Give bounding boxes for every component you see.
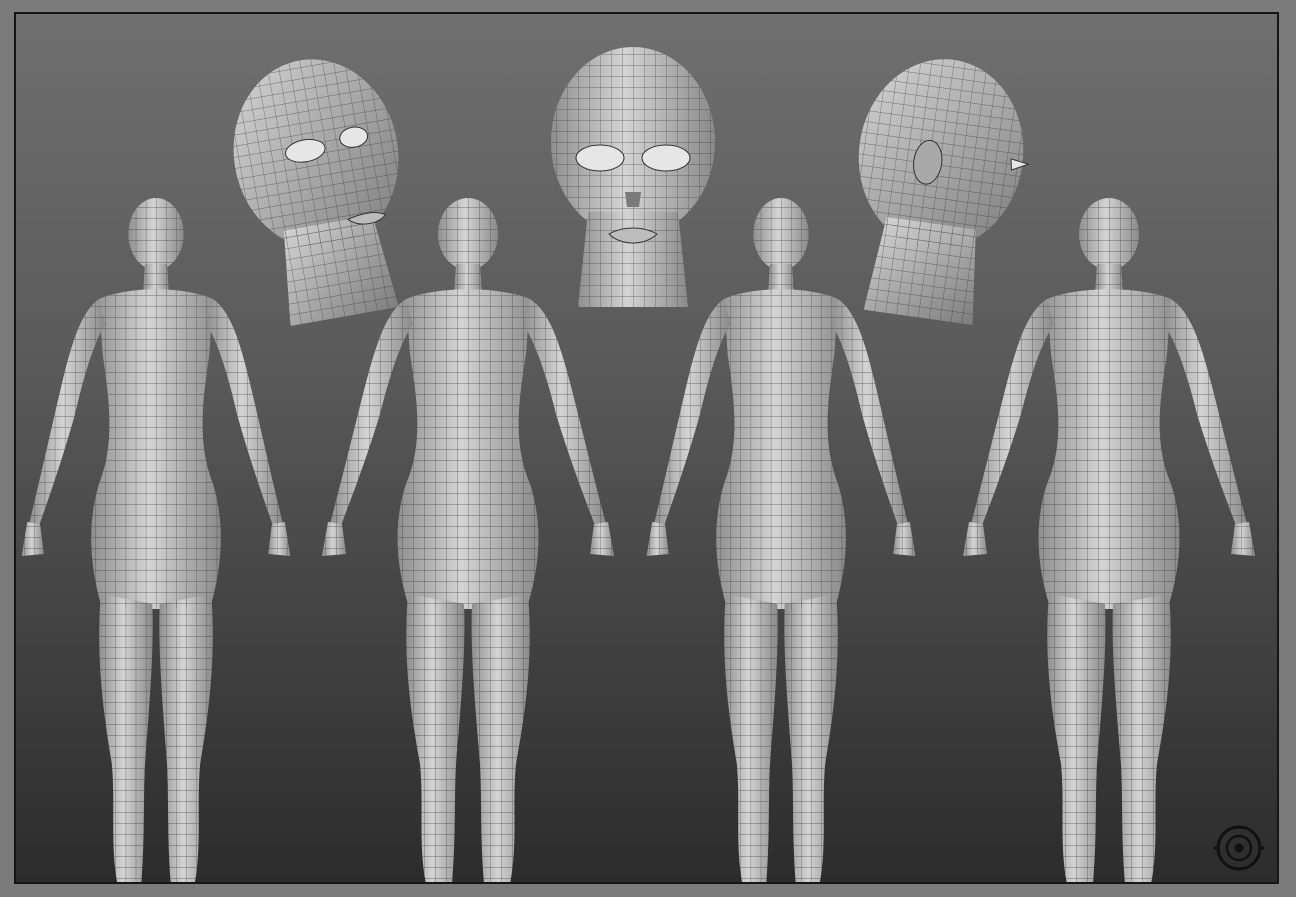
circular-logo-icon	[1214, 825, 1264, 871]
head-side	[836, 48, 1036, 329]
image-frame	[0, 0, 1296, 897]
render-panel	[14, 12, 1279, 884]
body-three-quarter-front	[21, 198, 291, 882]
model-sheet	[21, 46, 1255, 882]
head-front	[551, 47, 715, 307]
nose	[625, 192, 641, 207]
eye-right	[641, 144, 691, 172]
eye-left	[575, 144, 625, 172]
body-back	[963, 198, 1255, 882]
head-three-quarter	[218, 46, 426, 331]
